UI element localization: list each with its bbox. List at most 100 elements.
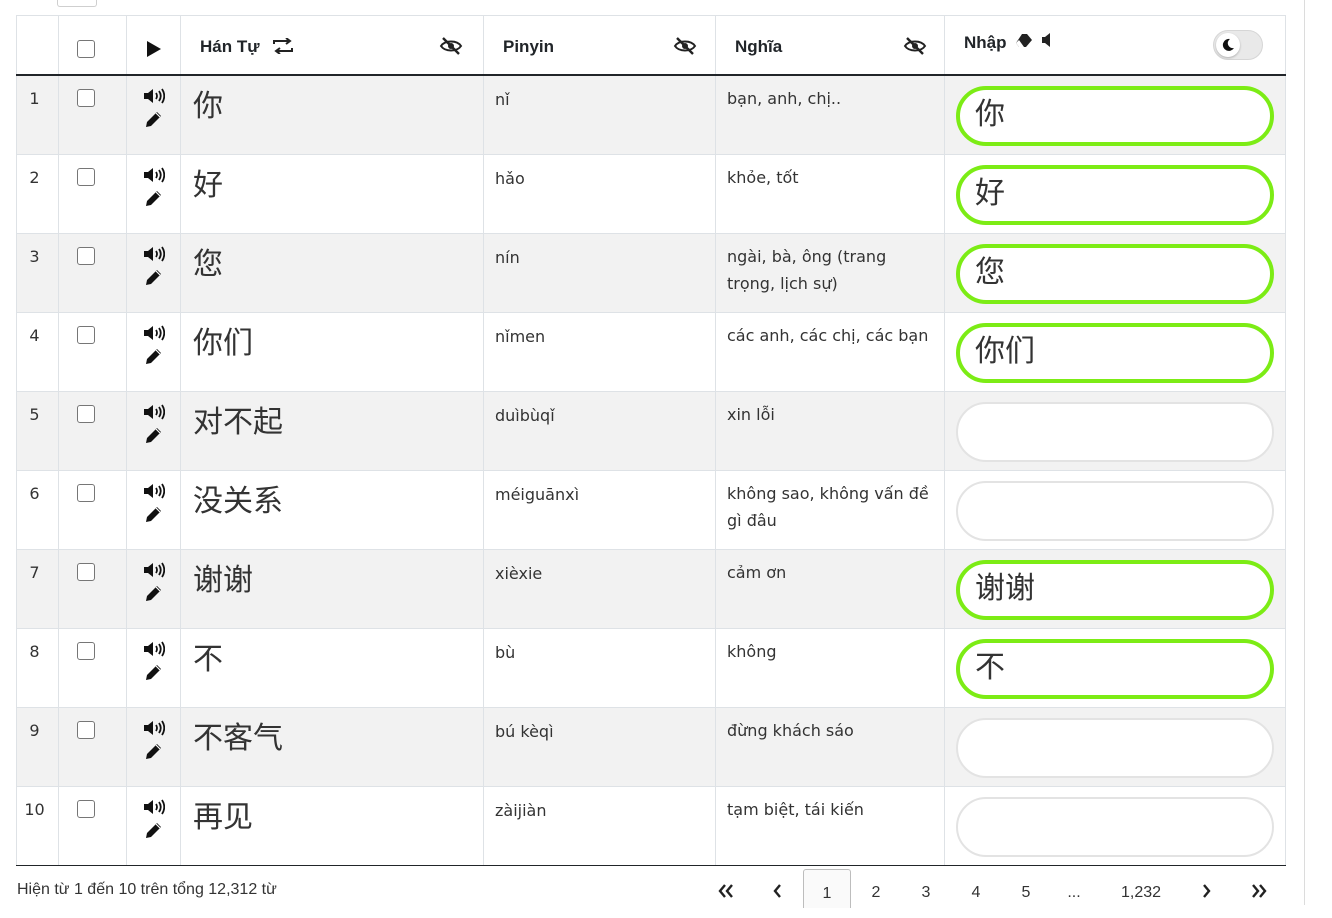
pencil-icon [145,349,161,364]
answer-cell: 您 [944,233,1286,313]
han-text: 再见 [193,800,253,835]
row-checkbox[interactable] [77,405,95,423]
index-cell: 6 [16,470,59,550]
edit-button[interactable] [145,505,163,523]
dark-mode-toggle[interactable] [1213,30,1263,60]
pencil-icon [145,428,161,443]
page-prev-button[interactable] [762,869,792,907]
edit-button[interactable] [145,663,163,681]
edit-button[interactable] [145,821,163,839]
hide-han-button[interactable] [439,37,463,60]
pinyin-cell: xièxie [483,549,716,629]
answer-input[interactable]: 你 [956,86,1274,146]
speak-button[interactable] [143,404,165,420]
row-checkbox[interactable] [77,563,95,581]
swap-icon [273,37,294,55]
page-link[interactable]: 5 [1011,869,1041,907]
meaning-text: các anh, các chị, các bạn [727,326,929,345]
pinyin-cell: zàijiàn [483,786,716,866]
select-cell [58,786,127,866]
page-first-button[interactable] [710,869,742,907]
edit-button[interactable] [145,110,163,128]
page-link[interactable]: 3 [911,869,941,907]
select-all-checkbox[interactable] [77,39,95,58]
meaning-cell: khỏe, tốt [715,154,945,234]
page-link[interactable]: 4 [961,869,991,907]
speak-input-button[interactable] [1041,32,1053,53]
row-checkbox[interactable] [77,721,95,739]
volume-icon [143,167,165,183]
double-chevron-right-icon [1252,884,1267,898]
answer-input[interactable] [956,402,1274,462]
hide-pinyin-button[interactable] [673,37,697,60]
page-ellipsis: ... [1067,884,1081,901]
speak-button[interactable] [143,562,165,578]
clear-inputs-button[interactable] [1015,32,1033,53]
answer-input[interactable]: 你们 [956,323,1274,383]
row-checkbox[interactable] [77,89,95,107]
row-checkbox[interactable] [77,247,95,265]
answer-input[interactable] [956,481,1274,541]
volume-icon [143,720,165,736]
results-summary: Hiện từ 1 đến 10 trên tổng 12,312 từ [17,881,277,898]
speak-button[interactable] [143,88,165,104]
answer-cell: 不 [944,628,1286,708]
page-last-button[interactable] [1243,869,1275,907]
answer-input[interactable]: 好 [956,165,1274,225]
page-link[interactable]: 2 [861,869,891,907]
meaning-cell: không sao, không vấn đề gì đâu [715,470,945,550]
volume-icon [143,562,165,578]
meaning-text: khỏe, tốt [727,168,799,187]
row-checkbox[interactable] [77,168,95,186]
edit-button[interactable] [145,347,163,365]
table-row: 6 没关系 méiguānxì không sao, không vấn đề … [16,470,1286,550]
row-checkbox[interactable] [77,800,95,818]
row-index: 10 [24,800,45,819]
speak-button[interactable] [143,167,165,183]
speak-button[interactable] [143,799,165,815]
speak-button[interactable] [143,325,165,341]
answer-cell [944,786,1286,866]
row-checkbox[interactable] [77,484,95,502]
answer-input[interactable] [956,718,1274,778]
edit-button[interactable] [145,189,163,207]
pencil-icon [145,191,161,206]
edit-button[interactable] [145,268,163,286]
pencil-icon [145,823,161,838]
meaning-text: cảm ơn [727,563,787,582]
speak-button[interactable] [143,483,165,499]
eye-slash-icon [673,37,697,55]
meaning-text: ngài, bà, ông (trang trọng, lịch sự) [727,247,887,293]
swap-button[interactable] [272,37,294,59]
index-header [16,15,59,76]
edit-button[interactable] [145,742,163,760]
answer-input[interactable]: 谢谢 [956,560,1274,620]
answer-input[interactable]: 不 [956,639,1274,699]
speak-button[interactable] [143,641,165,657]
meaning-header-label: Nghĩa [735,37,783,56]
pinyin-text: duìbùqǐ [495,406,555,425]
han-header-label-group: Hán Tự [200,37,294,59]
index-cell: 2 [16,154,59,234]
han-text: 没关系 [193,484,283,519]
hide-meaning-button[interactable] [903,37,927,60]
page-link-active[interactable]: 1 [803,869,851,908]
row-checkbox[interactable] [77,642,95,660]
play-all-button[interactable] [146,40,162,63]
answer-input[interactable] [956,797,1274,857]
han-text: 您 [193,247,223,282]
answer-input[interactable]: 您 [956,244,1274,304]
page-link-last-number[interactable]: 1,232 [1110,869,1172,907]
meaning-cell: xin lỗi [715,391,945,471]
speak-button[interactable] [143,720,165,736]
select-cell [58,391,127,471]
speak-button[interactable] [143,246,165,262]
scrollbar-track[interactable] [1304,0,1305,905]
row-checkbox[interactable] [77,326,95,344]
page-next-button[interactable] [1192,869,1222,907]
edit-button[interactable] [145,426,163,444]
pinyin-cell: duìbùqǐ [483,391,716,471]
meaning-cell: cảm ơn [715,549,945,629]
edit-button[interactable] [145,584,163,602]
select-cell [58,312,127,392]
